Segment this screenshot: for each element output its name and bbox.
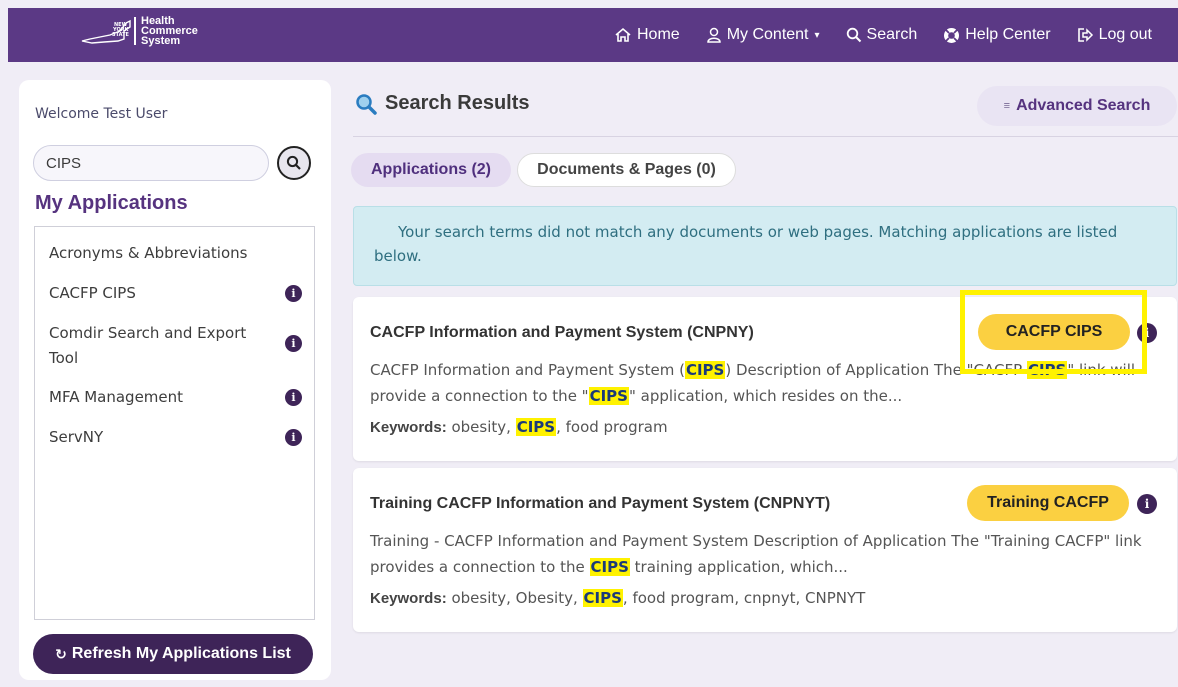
top-navbar: NEW YORK STATE Health Commerce System Ho… <box>8 8 1178 62</box>
info-icon[interactable]: i <box>1137 323 1157 343</box>
list-item-acronyms[interactable]: Acronyms & Abbreviations <box>49 241 302 266</box>
nys-health-commerce-logo[interactable]: NEW YORK STATE Health Commerce System <box>80 15 198 47</box>
launch-app-button[interactable]: CACFP CIPS <box>978 314 1130 350</box>
chevron-down-icon: ▾ <box>814 29 820 41</box>
nav-search[interactable]: Search <box>846 26 917 44</box>
list-item-servny[interactable]: ServNY i <box>49 425 302 450</box>
info-icon[interactable]: i <box>1137 494 1157 514</box>
launch-app-button[interactable]: Training CACFP <box>967 485 1129 521</box>
info-icon[interactable]: i <box>285 389 302 406</box>
my-applications-heading: My Applications <box>35 192 188 214</box>
page-title: Search Results <box>355 92 530 115</box>
nav-help-center[interactable]: Help Center <box>943 26 1051 44</box>
ny-state-map-icon: NEW YORK STATE <box>80 17 132 45</box>
tab-applications[interactable]: Applications (2) <box>351 153 511 187</box>
nav-home[interactable]: Home <box>614 26 680 44</box>
result-title[interactable]: CACFP Information and Payment System (CN… <box>370 324 754 342</box>
info-icon[interactable]: i <box>285 285 302 302</box>
result-description: CACFP Information and Payment System (CI… <box>370 361 1136 405</box>
list-item-comdir[interactable]: Comdir Search and Export Tool i <box>49 321 302 371</box>
refresh-icon: ↻ <box>55 645 67 662</box>
refresh-applications-button[interactable]: ↻ Refresh My Applications List <box>33 634 313 674</box>
tab-documents-pages[interactable]: Documents & Pages (0) <box>517 153 736 187</box>
logout-icon <box>1077 28 1093 42</box>
nav-my-content[interactable]: My Content ▾ <box>706 26 820 44</box>
search-icon <box>356 93 377 115</box>
app-search-input[interactable] <box>33 145 269 181</box>
logo-divider <box>134 17 136 45</box>
info-alert: Your search terms did not match any docu… <box>353 206 1177 286</box>
info-icon[interactable]: i <box>285 335 302 352</box>
app-search-button[interactable] <box>277 146 311 180</box>
lifebuoy-icon <box>944 27 960 43</box>
result-card: Training CACFP Information and Payment S… <box>353 468 1177 632</box>
brand-name: Health Commerce System <box>141 15 198 47</box>
home-icon <box>615 27 631 42</box>
search-icon <box>846 27 861 43</box>
welcome-text: Welcome Test User <box>35 106 168 122</box>
advanced-search-button[interactable]: ≡ Advanced Search <box>977 86 1177 126</box>
filter-lines-icon: ≡ <box>1003 100 1011 112</box>
result-keywords: Keywords: obesity, Obesity, CIPS, food p… <box>370 589 866 607</box>
info-icon[interactable]: i <box>285 429 302 446</box>
result-card: CACFP Information and Payment System (CN… <box>353 297 1177 461</box>
nav-log-out[interactable]: Log out <box>1077 26 1152 44</box>
result-description: Training - CACFP Information and Payment… <box>370 532 1142 576</box>
search-icon <box>286 155 301 170</box>
result-keywords: Keywords: obesity, CIPS, food program <box>370 418 668 436</box>
result-title[interactable]: Training CACFP Information and Payment S… <box>370 495 830 513</box>
list-item-cacfp-cips[interactable]: CACFP CIPS i <box>49 281 302 306</box>
divider <box>353 136 1178 137</box>
svg-text:STATE: STATE <box>112 32 130 38</box>
my-applications-list: Acronyms & Abbreviations CACFP CIPS i Co… <box>34 226 315 620</box>
main-nav: Home My Content ▾ Search Help Center Log… <box>614 8 1178 62</box>
user-icon <box>706 27 721 43</box>
list-item-mfa-management[interactable]: MFA Management i <box>49 385 302 410</box>
sidebar: Welcome Test User My Applications Acrony… <box>19 80 331 680</box>
